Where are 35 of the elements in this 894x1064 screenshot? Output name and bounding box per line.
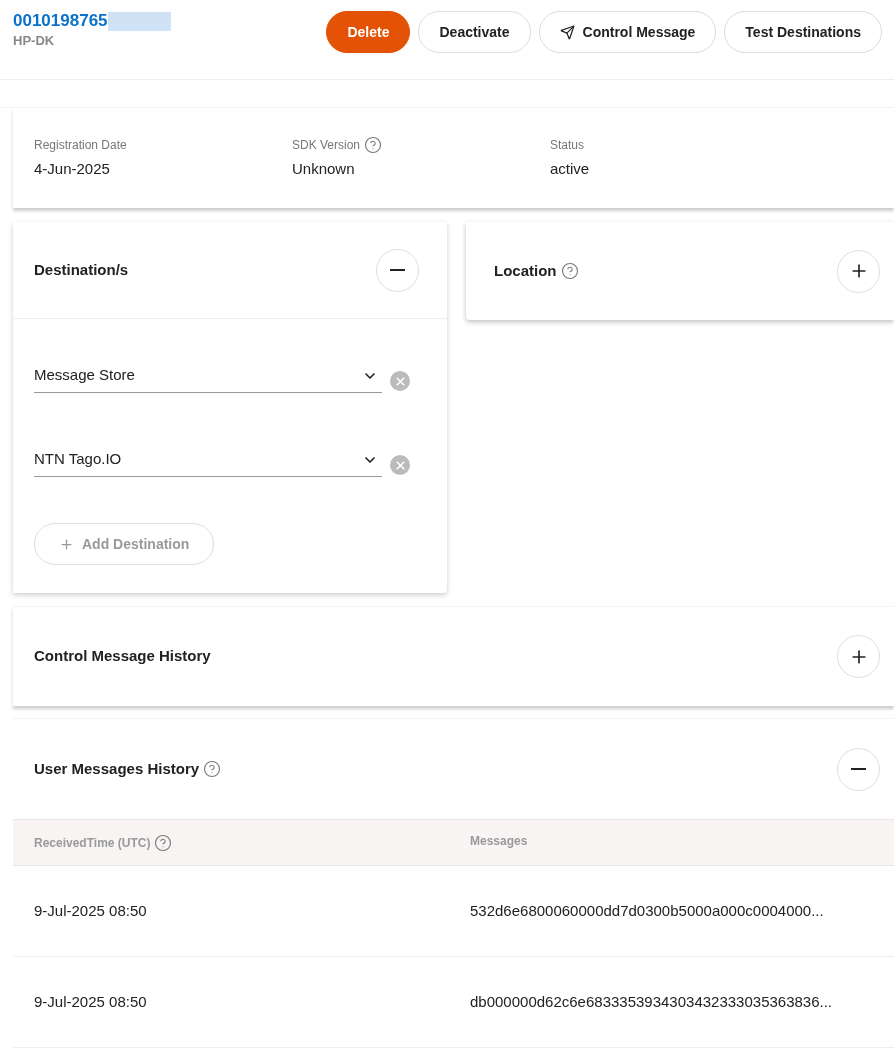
plus-icon <box>59 536 74 552</box>
selection-highlight <box>107 11 171 31</box>
field-label: Registration Date <box>34 137 127 154</box>
section-title: Destination/s <box>34 259 129 280</box>
help-icon[interactable] <box>154 833 173 852</box>
action-button[interactable]: Deactivate <box>418 11 531 53</box>
device-name: HP-DK <box>13 32 56 50</box>
table-cell-text: 532d6e6800060000dd7d0300b5000a000c0004000... <box>470 900 825 921</box>
destination-select[interactable]: Message Store <box>34 359 382 393</box>
help-icon[interactable] <box>560 262 579 280</box>
help-icon[interactable] <box>364 136 383 154</box>
table-cell-text: 9-Jul-2025 08:50 <box>33 900 148 921</box>
action-button[interactable]: Control Message <box>538 11 717 53</box>
table-cell-text: db000000d62c6e6833353934303432333035363836... <box>470 991 834 1012</box>
field-label: SDK Version <box>292 137 361 154</box>
expand-button[interactable] <box>837 635 880 678</box>
field-value: active <box>550 159 591 179</box>
section-title: User Messages History <box>34 758 200 779</box>
expand-button[interactable] <box>837 249 880 293</box>
destination-select[interactable]: NTN Tago.IO <box>34 443 382 477</box>
minus-icon <box>390 268 405 272</box>
field-label: Status <box>550 137 585 154</box>
send-icon <box>559 24 575 40</box>
delete-button[interactable]: Delete <box>326 11 411 53</box>
minus-icon <box>851 767 866 771</box>
section-title: Location <box>494 260 557 281</box>
device-id[interactable]: 0010198765 <box>13 11 108 31</box>
section-title: Control Message History <box>34 646 211 667</box>
field-value: 4-Jun-2025 <box>34 159 111 179</box>
table-cell-text: 9-Jul-2025 08:50 <box>33 991 148 1012</box>
column-header: ReceivedTime (UTC) <box>34 834 151 852</box>
column-header: Messages <box>470 832 528 850</box>
action-button[interactable]: Test Destinations <box>724 11 882 53</box>
field-value: Unknown <box>292 159 356 179</box>
help-icon[interactable] <box>203 760 222 778</box>
